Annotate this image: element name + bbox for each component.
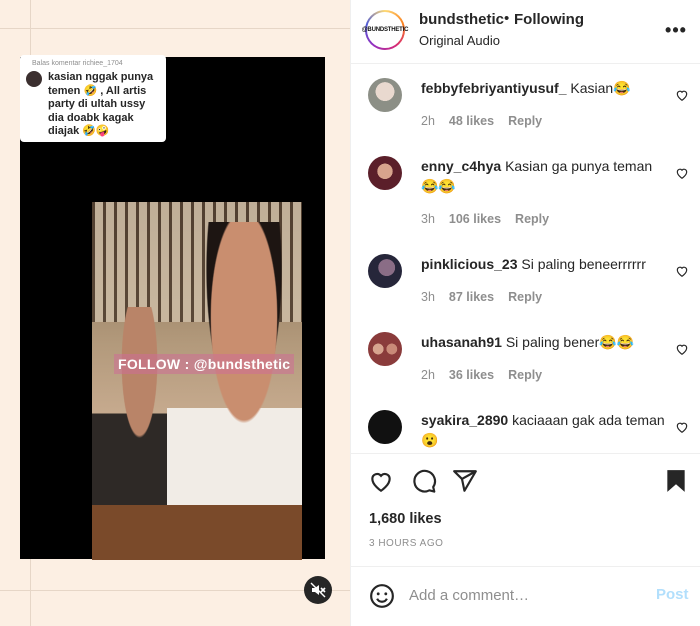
following-button[interactable]: Following [514,11,584,28]
emoji-icon[interactable] [369,583,395,609]
grid-line [0,590,350,591]
avatar[interactable] [368,78,402,112]
comment-time: 2h [421,114,435,128]
heart-icon[interactable] [368,468,394,494]
media-pane: FOLLOW : @bundsthetic Balas komentar ric… [0,0,350,626]
post-sidebar: @BUNDSTHETIC bundsthetic • Following Ori… [350,0,700,626]
comment-username[interactable]: uhasanah91 [421,334,502,350]
comment-text: Kasian😂 [570,80,631,96]
audio-link[interactable]: Original Audio [419,33,500,48]
comment-likes[interactable]: 87 likes [449,290,494,304]
comment-text: Si paling beneerrrrrr [521,256,646,272]
separator-dot: • [504,10,510,27]
like-count[interactable]: 1,680 likes [369,511,442,527]
heart-icon[interactable] [675,420,689,434]
mute-button[interactable] [304,576,332,604]
video-watermark: FOLLOW : @bundsthetic [114,354,295,374]
post-comment-button[interactable]: Post [656,586,689,603]
comment-time: 2h [421,368,435,382]
comments-list: febbyfebriyantiyusuf_ Kasian😂 2h 48 likes… [351,64,700,454]
avatar[interactable] [368,410,402,444]
reply-card-header: Balas komentar richiee_1704 [32,60,123,67]
more-icon: ••• [665,19,687,40]
heart-icon[interactable] [675,88,689,102]
avatar[interactable] [368,156,402,190]
comment-time: 3h [421,290,435,304]
grid-line [0,28,350,29]
video-frame-image [92,202,302,560]
comment-username[interactable]: enny_c4hya [421,158,501,174]
avatar[interactable] [368,332,402,366]
reply-button[interactable]: Reply [508,368,542,382]
speaker-muted-icon [310,582,326,598]
post-header: @BUNDSTHETIC bundsthetic • Following Ori… [351,0,700,64]
comment-likes[interactable]: 106 likes [449,212,501,226]
heart-icon[interactable] [675,264,689,278]
more-options-button[interactable]: ••• [664,18,688,42]
comment-icon[interactable] [411,468,437,494]
avatar [26,71,42,87]
share-icon[interactable] [452,468,478,494]
comment-username[interactable]: syakira_2890 [421,412,508,428]
avatar[interactable] [368,254,402,288]
comment-username[interactable]: pinklicious_23 [421,256,517,272]
comment-input[interactable] [409,584,649,606]
comment-likes[interactable]: 36 likes [449,368,494,382]
reply-button[interactable]: Reply [508,114,542,128]
post-timestamp[interactable]: 3 HOURS AGO [369,538,443,549]
bookmark-icon[interactable] [663,468,689,494]
comment-likes[interactable]: 48 likes [449,114,494,128]
post-actions: 1,680 likes 3 HOURS AGO [351,453,700,565]
heart-icon[interactable] [675,342,689,356]
post-username[interactable]: bundsthetic [419,11,504,28]
reply-button[interactable]: Reply [515,212,549,226]
avatar-logo-text: @BUNDSTHETIC [361,27,409,33]
heart-icon[interactable] [675,166,689,180]
avatar[interactable]: @BUNDSTHETIC [361,10,409,50]
reply-card-text: kasian nggak punya temen 🤣 , All artis p… [48,71,154,137]
comment-time: 3h [421,212,435,226]
reply-comment-card: Balas komentar richiee_1704 kasian nggak… [20,55,166,142]
comment-username[interactable]: febbyfebriyantiyusuf_ [421,80,566,96]
add-comment-bar: Post [351,566,700,626]
comment-text: Si paling bener😂😂 [505,334,635,350]
reply-button[interactable]: Reply [508,290,542,304]
